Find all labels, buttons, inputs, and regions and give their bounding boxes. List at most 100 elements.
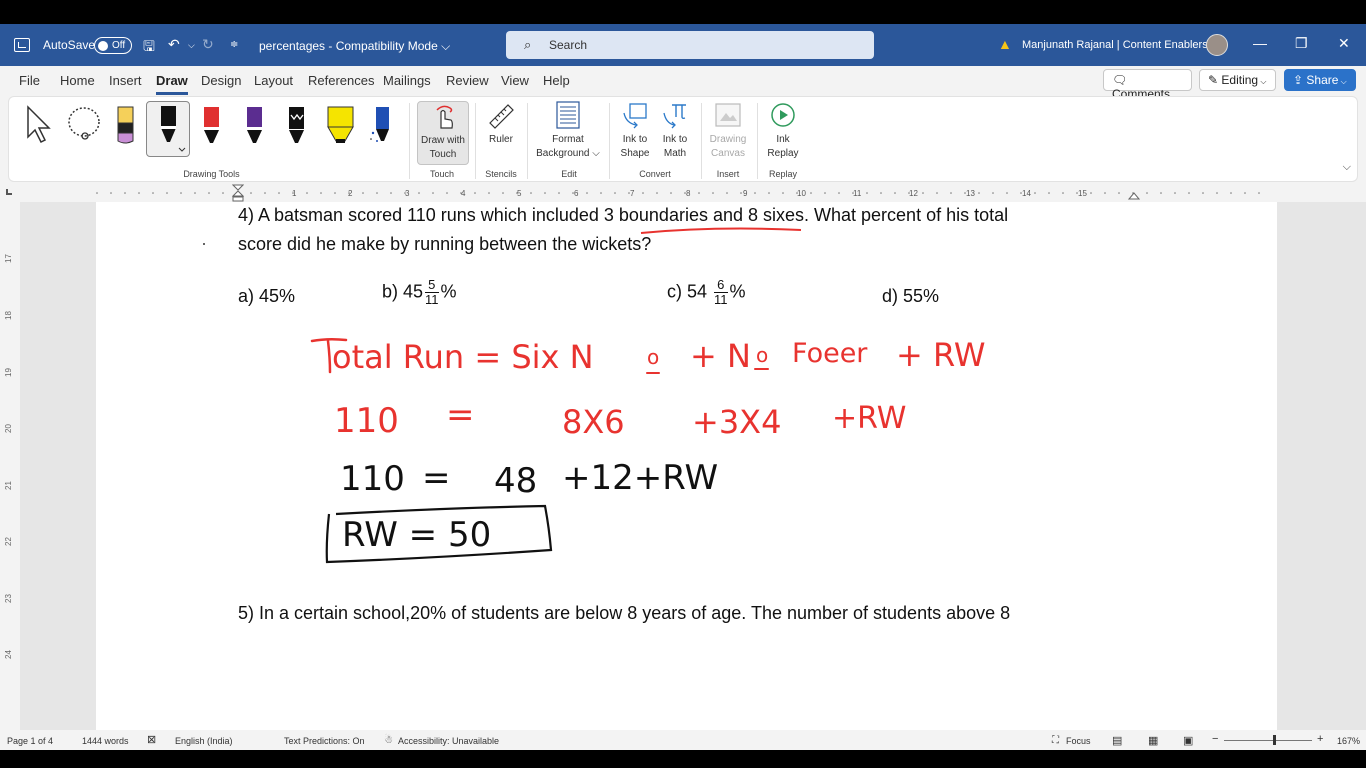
ruler-tick: 1 — [292, 189, 297, 198]
ink-to-math-button[interactable]: Ink to Math — [655, 101, 695, 161]
black-textured-pen-icon[interactable] — [284, 105, 310, 145]
ruler-dot — [600, 192, 602, 194]
ruler-dot — [1090, 192, 1092, 194]
print-layout-icon[interactable]: ▦ — [1148, 734, 1158, 747]
tab-design[interactable]: Design — [201, 73, 241, 88]
comment-icon: 🗨 — [1112, 73, 1128, 87]
purple-pen-icon[interactable] — [242, 105, 268, 145]
user-name[interactable]: Manjunath Rajanal | Content Enablers — [1022, 39, 1208, 51]
web-layout-icon[interactable]: ▣ — [1183, 734, 1193, 747]
text-predictions[interactable]: Text Predictions: On — [284, 736, 365, 746]
tab-view[interactable]: View — [501, 73, 529, 88]
undo-icon[interactable]: ↶ — [168, 36, 180, 53]
ruler-dot — [1048, 192, 1050, 194]
editing-mode-button[interactable]: ✎ Editing ⌵ — [1199, 69, 1276, 91]
tab-mailings[interactable]: Mailings — [383, 73, 431, 88]
proofing-icon[interactable]: ⊠ — [147, 733, 156, 746]
ink-text-1c: + N — [690, 337, 751, 375]
ruler-dot — [1244, 192, 1246, 194]
zoom-in-icon[interactable]: + — [1317, 733, 1323, 745]
accessibility-status[interactable]: Accessibility: Unavailable — [398, 736, 499, 746]
ruler-tick: 6 — [574, 189, 579, 198]
zoom-level[interactable]: 167% — [1337, 736, 1360, 746]
tab-home[interactable]: Home — [60, 73, 95, 88]
minimize-icon[interactable]: — — [1253, 35, 1267, 51]
ruler-dot — [1174, 192, 1176, 194]
select-arrow-icon[interactable] — [23, 105, 53, 145]
tab-selector[interactable] — [6, 189, 12, 195]
tab-review[interactable]: Review — [446, 73, 489, 88]
horizontal-ruler[interactable]: 1 2 3 4 5 6 7 8 9 10 11 12 13 14 15 — [0, 184, 1366, 202]
tab-layout[interactable]: Layout — [254, 73, 293, 88]
ruler-dot — [1230, 192, 1232, 194]
language[interactable]: English (India) — [175, 736, 233, 746]
avatar[interactable] — [1206, 34, 1228, 56]
tab-draw[interactable]: Draw — [156, 73, 188, 95]
focus-button[interactable]: Focus — [1066, 736, 1091, 746]
yellow-highlighter-icon[interactable] — [325, 105, 357, 145]
search-box[interactable]: ⌕ Search — [506, 31, 874, 59]
right-indent-marker-icon[interactable] — [1128, 190, 1140, 200]
format-background-button[interactable]: Format Background ⌵ — [533, 101, 603, 161]
document-title[interactable]: percentages - Compatibility Mode ⌵ — [259, 39, 450, 54]
blue-galaxy-pen-icon[interactable] — [369, 105, 395, 145]
ink-to-math-label-2: Math — [663, 148, 687, 159]
group-label-convert: Convert — [639, 169, 671, 179]
tab-insert[interactable]: Insert — [109, 73, 142, 88]
chevron-down-icon: ⌵ — [1338, 77, 1347, 86]
eraser-icon[interactable] — [113, 105, 137, 147]
ruler-dot — [264, 192, 266, 194]
zoom-out-icon[interactable]: − — [1212, 733, 1218, 745]
ink-annotations[interactable]: otal Run = Six N o + N o Foeer + RW 110 … — [96, 202, 1277, 730]
vertical-ruler[interactable]: 17 18 19 20 21 22 23 24 — [0, 202, 20, 730]
format-background-label-2: Background ⌵ — [536, 148, 600, 159]
redo-icon[interactable]: ↻ — [202, 36, 214, 53]
ruler-dot — [656, 192, 658, 194]
undo-dropdown-icon[interactable]: ⌵ — [188, 40, 195, 51]
customize-toolbar-icon[interactable]: ≑ — [230, 39, 238, 50]
drawing-canvas-label-1: Drawing — [709, 134, 747, 145]
ink-text-1a: otal Run = Six N — [332, 338, 594, 376]
lasso-select-icon[interactable] — [65, 105, 105, 145]
chevron-down-icon[interactable]: ⌵ — [1343, 161, 1351, 174]
ruler-dot — [138, 192, 140, 194]
vruler-tick: 23 — [3, 594, 13, 603]
ruler-tick: 3 — [405, 189, 410, 198]
ruler-dot — [880, 192, 882, 194]
page-count[interactable]: Page 1 of 4 — [7, 736, 53, 746]
save-icon[interactable]: 🖫 — [143, 36, 155, 60]
ruler-dot — [1146, 192, 1148, 194]
warning-icon[interactable]: ▲ — [998, 36, 1012, 52]
drawing-canvas-button[interactable]: Drawing Canvas — [705, 101, 751, 161]
ruler-button[interactable]: Ruler — [481, 101, 521, 147]
ruler-dot — [432, 192, 434, 194]
tab-help[interactable]: Help — [543, 73, 570, 88]
document-page[interactable]: 4) A batsman scored 110 runs which inclu… — [96, 202, 1277, 730]
close-icon[interactable]: ✕ — [1338, 35, 1350, 52]
zoom-slider-handle[interactable] — [1273, 735, 1276, 745]
share-button[interactable]: ⇪ Share ⌵ — [1284, 69, 1356, 91]
black-pen-selected[interactable] — [146, 101, 190, 157]
focus-icon: ⛶ — [1052, 735, 1059, 746]
ink-replay-button[interactable]: Ink Replay — [763, 101, 803, 161]
draw-with-touch-button[interactable]: Draw with Touch — [417, 101, 469, 165]
indent-marker-icon[interactable] — [232, 184, 244, 202]
autosave-toggle[interactable]: Off — [94, 37, 132, 54]
ruler-dot — [1202, 192, 1204, 194]
zoom-slider[interactable] — [1224, 740, 1312, 741]
restore-icon[interactable]: ❐ — [1295, 35, 1308, 52]
ink-to-shape-button[interactable]: Ink to Shape — [615, 101, 655, 161]
tab-file[interactable]: File — [19, 73, 40, 88]
document-area[interactable]: 4) A batsman scored 110 runs which inclu… — [20, 202, 1366, 730]
group-label-edit: Edit — [561, 169, 577, 179]
drawing-canvas-label-2: Canvas — [711, 148, 745, 159]
red-pen-icon[interactable] — [199, 105, 225, 145]
word-app-icon — [14, 38, 30, 52]
ink-text-2d: +3X4 — [692, 403, 781, 441]
read-mode-icon[interactable]: ▤ — [1112, 734, 1122, 747]
comments-button[interactable]: 🗨 Comments — [1103, 69, 1192, 101]
tab-references[interactable]: References — [308, 73, 374, 88]
ruler-icon — [489, 104, 514, 129]
word-count[interactable]: 1444 words — [82, 736, 129, 746]
ink-text-2a: 110 — [334, 401, 399, 441]
